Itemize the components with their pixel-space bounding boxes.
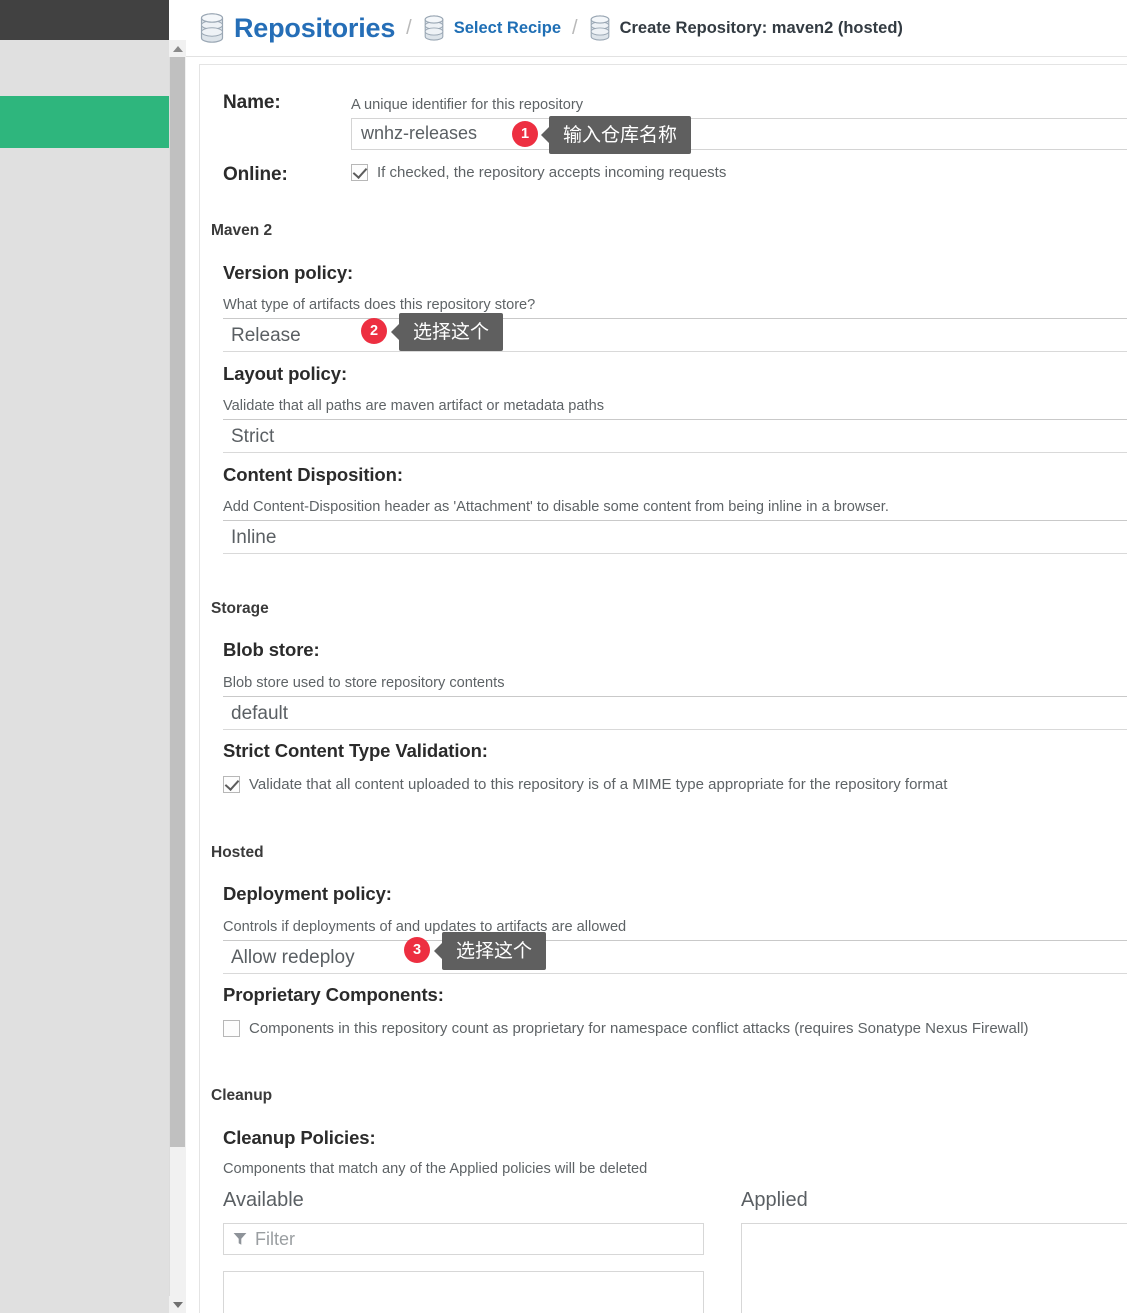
breadcrumb-separator-1: / <box>406 16 412 39</box>
proprietary-components-checkbox-row[interactable]: Components in this repository count as p… <box>223 1020 1029 1037</box>
repository-form: Name: A unique identifier for this repos… <box>199 64 1127 1313</box>
filter-icon <box>233 1232 247 1246</box>
proprietary-components-label: Proprietary Components: <box>223 984 444 1005</box>
proprietary-components-checkbox[interactable] <box>223 1020 240 1037</box>
online-label: Online: <box>223 164 288 185</box>
blob-store-label: Blob store: <box>223 639 320 660</box>
layout-policy-helper-text: Validate that all paths are maven artifa… <box>223 398 605 414</box>
blob-store-select[interactable]: default <box>223 696 1127 730</box>
top-header-bar <box>0 0 169 40</box>
breadcrumb-select-recipe[interactable]: Select Recipe <box>423 15 561 41</box>
strict-content-type-label: Strict Content Type Validation: <box>223 740 488 761</box>
version-policy-helper-text: What type of artifacts does this reposit… <box>223 297 536 313</box>
content-disposition-select[interactable]: Inline <box>223 520 1127 554</box>
deployment-policy-helper-text: Controls if deployments of and updates t… <box>223 919 627 935</box>
breadcrumb-separator-2: / <box>572 16 578 39</box>
breadcrumb-select-recipe-label: Select Recipe <box>453 18 562 37</box>
annotation-badge-3: 3 <box>404 937 430 963</box>
main-panel: Repositories / Select Recipe / Create Re… <box>186 0 1127 1313</box>
section-hosted: Hosted <box>211 844 264 861</box>
breadcrumb-current-label: Create Repository: maven2 (hosted) <box>619 18 903 37</box>
online-checkbox-label: If checked, the repository accepts incom… <box>377 164 727 181</box>
proprietary-components-checkbox-label: Components in this repository count as p… <box>249 1020 1029 1037</box>
chevron-down-icon <box>172 1301 183 1308</box>
content-disposition-label: Content Disposition: <box>223 464 403 485</box>
available-policies-list[interactable] <box>223 1271 704 1313</box>
cleanup-policies-helper-text: Components that match any of the Applied… <box>223 1161 648 1177</box>
layout-policy-select[interactable]: Strict <box>223 419 1127 453</box>
content-disposition-helper-text: Add Content-Disposition header as 'Attac… <box>223 499 889 515</box>
database-icon <box>423 15 445 41</box>
annotation-badge-2: 2 <box>361 318 387 344</box>
scrollbar-down-arrow-button[interactable] <box>169 1296 186 1313</box>
breadcrumb-root-label: Repositories <box>234 12 396 43</box>
database-icon <box>589 15 611 41</box>
annotation-tooltip-3: 选择这个 <box>442 932 547 970</box>
app-window: es s alizer v Repositories electors olic… <box>0 0 1127 1313</box>
annotation-tooltip-2: 选择这个 <box>399 313 504 351</box>
layout-policy-label: Layout policy: <box>223 363 347 384</box>
applied-column-header: Applied <box>741 1189 808 1211</box>
section-storage: Storage <box>211 600 269 617</box>
name-helper-text: A unique identifier for this repository <box>351 97 584 113</box>
version-policy-label: Version policy: <box>223 262 354 283</box>
breadcrumb: Repositories / Select Recipe / Create Re… <box>186 0 1127 56</box>
online-checkbox-row[interactable]: If checked, the repository accepts incom… <box>351 164 726 181</box>
blob-store-helper-text: Blob store used to store repository cont… <box>223 675 505 691</box>
annotation-badge-1: 1 <box>512 121 538 147</box>
version-policy-select[interactable]: Release <box>223 318 1127 352</box>
cleanup-filter-placeholder: Filter <box>255 1228 295 1249</box>
strict-content-type-checkbox-label: Validate that all content uploaded to th… <box>249 776 948 793</box>
database-icon <box>199 13 225 43</box>
sidebar-selection-highlight <box>0 96 169 148</box>
available-column-header: Available <box>223 1189 304 1211</box>
annotation-tooltip-1: 输入仓库名称 <box>549 116 692 154</box>
section-cleanup: Cleanup <box>211 1087 273 1104</box>
deployment-policy-select[interactable]: Allow redeploy <box>223 940 1127 974</box>
breadcrumb-current: Create Repository: maven2 (hosted) <box>589 15 903 41</box>
online-checkbox[interactable] <box>351 164 368 181</box>
breadcrumb-divider <box>186 56 1127 57</box>
deployment-policy-label: Deployment policy: <box>223 883 392 904</box>
sidebar-scrollbar-thumb[interactable] <box>170 57 185 1147</box>
scrollbar-up-arrow-button[interactable] <box>169 40 186 57</box>
name-label: Name: <box>223 92 281 113</box>
chevron-up-icon <box>172 45 183 52</box>
strict-content-type-checkbox[interactable] <box>223 776 240 793</box>
cleanup-policies-label: Cleanup Policies: <box>223 1127 376 1148</box>
left-sidebar: es s alizer v Repositories electors olic… <box>0 0 169 1313</box>
applied-policies-list[interactable] <box>741 1223 1127 1313</box>
strict-content-type-checkbox-row[interactable]: Validate that all content uploaded to th… <box>223 776 947 793</box>
section-maven2: Maven 2 <box>211 222 273 239</box>
cleanup-filter-input[interactable]: Filter <box>223 1223 704 1255</box>
breadcrumb-root[interactable]: Repositories <box>199 13 395 44</box>
name-input[interactable] <box>351 118 1127 150</box>
